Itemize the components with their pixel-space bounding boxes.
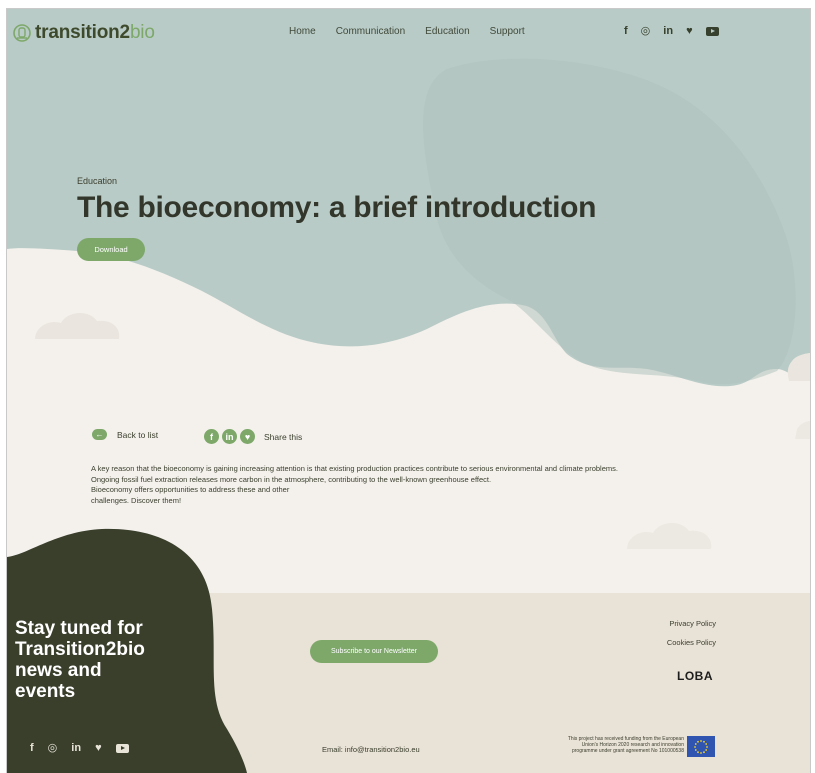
body-line: challenges. Discover them! — [91, 495, 182, 505]
instagram-icon[interactable]: ◎ — [641, 25, 651, 37]
category-label: Education — [77, 176, 118, 186]
linkedin-icon[interactable]: in — [663, 25, 673, 37]
main-nav: Home Communication Education Support — [289, 26, 525, 37]
heading-line: Stay tuned for — [15, 618, 143, 639]
back-to-list-link[interactable]: ← Back to list — [92, 429, 158, 440]
funding-line: programme under grant agreement No 10100… — [571, 748, 684, 755]
site-logo[interactable]: transition2bio — [13, 22, 155, 44]
footer-social-links: f ◎ in ♥ — [30, 742, 129, 754]
youtube-icon[interactable] — [705, 26, 719, 36]
loba-logo[interactable]: LOBA — [677, 669, 713, 683]
twitter-icon[interactable]: ♥ — [95, 742, 102, 754]
funding-notice: This project has received funding from t… — [519, 736, 684, 755]
facebook-icon[interactable]: f — [30, 742, 34, 754]
share-facebook-icon[interactable]: f — [204, 429, 219, 444]
nav-education[interactable]: Education — [425, 26, 469, 37]
arrow-left-icon: ← — [92, 429, 107, 440]
logo-text-main: transition2 — [35, 22, 130, 43]
twitter-icon[interactable]: ♥ — [686, 25, 693, 37]
eu-flag-icon — [687, 736, 715, 757]
page-frame: transition2bio Home Communication Educat… — [6, 8, 811, 773]
eu-stars-icon — [694, 739, 708, 754]
logo-leaf-icon — [13, 24, 31, 42]
download-button[interactable]: Download — [77, 238, 145, 261]
nav-communication[interactable]: Communication — [336, 26, 405, 37]
heading-line: news and — [15, 660, 102, 681]
contact-email[interactable]: Email: info@transition2bio.eu — [322, 745, 420, 754]
share-linkedin-icon[interactable]: in — [222, 429, 237, 444]
body-line: Bioeconomy offers opportunities to addre… — [91, 485, 290, 494]
newsletter-heading: Stay tuned for Transition2bio news and e… — [15, 618, 145, 702]
privacy-policy-link[interactable]: Privacy Policy — [669, 619, 716, 628]
nav-support[interactable]: Support — [490, 26, 525, 37]
share-label: Share this — [264, 431, 303, 442]
share-twitter-icon[interactable]: ♥ — [240, 429, 255, 444]
body-line: Ongoing fossil fuel extraction releases … — [91, 474, 492, 484]
heading-line: events — [15, 681, 76, 702]
youtube-icon[interactable] — [115, 743, 129, 753]
page-title: The bioeconomy: a brief introduction — [77, 191, 597, 224]
header-social-links: f ◎ in ♥ — [624, 25, 719, 37]
back-to-list-label: Back to list — [117, 429, 159, 440]
body-line: A key reason that the bioeconomy is gain… — [91, 464, 618, 473]
logo-text: transition2bio — [35, 22, 155, 44]
share-bar: f in ♥ Share this — [204, 429, 302, 444]
instagram-icon[interactable]: ◎ — [48, 742, 58, 754]
logo-text-accent: bio — [129, 22, 155, 43]
nav-home[interactable]: Home — [289, 26, 316, 37]
article-body: A key reason that the bioeconomy is gain… — [91, 464, 691, 506]
subscribe-newsletter-button[interactable]: Subscribe to our Newsletter — [310, 640, 438, 663]
linkedin-icon[interactable]: in — [71, 742, 81, 754]
heading-line: Transition2bio — [15, 639, 145, 660]
facebook-icon[interactable]: f — [624, 25, 628, 37]
cookies-policy-link[interactable]: Cookies Policy — [667, 638, 716, 647]
